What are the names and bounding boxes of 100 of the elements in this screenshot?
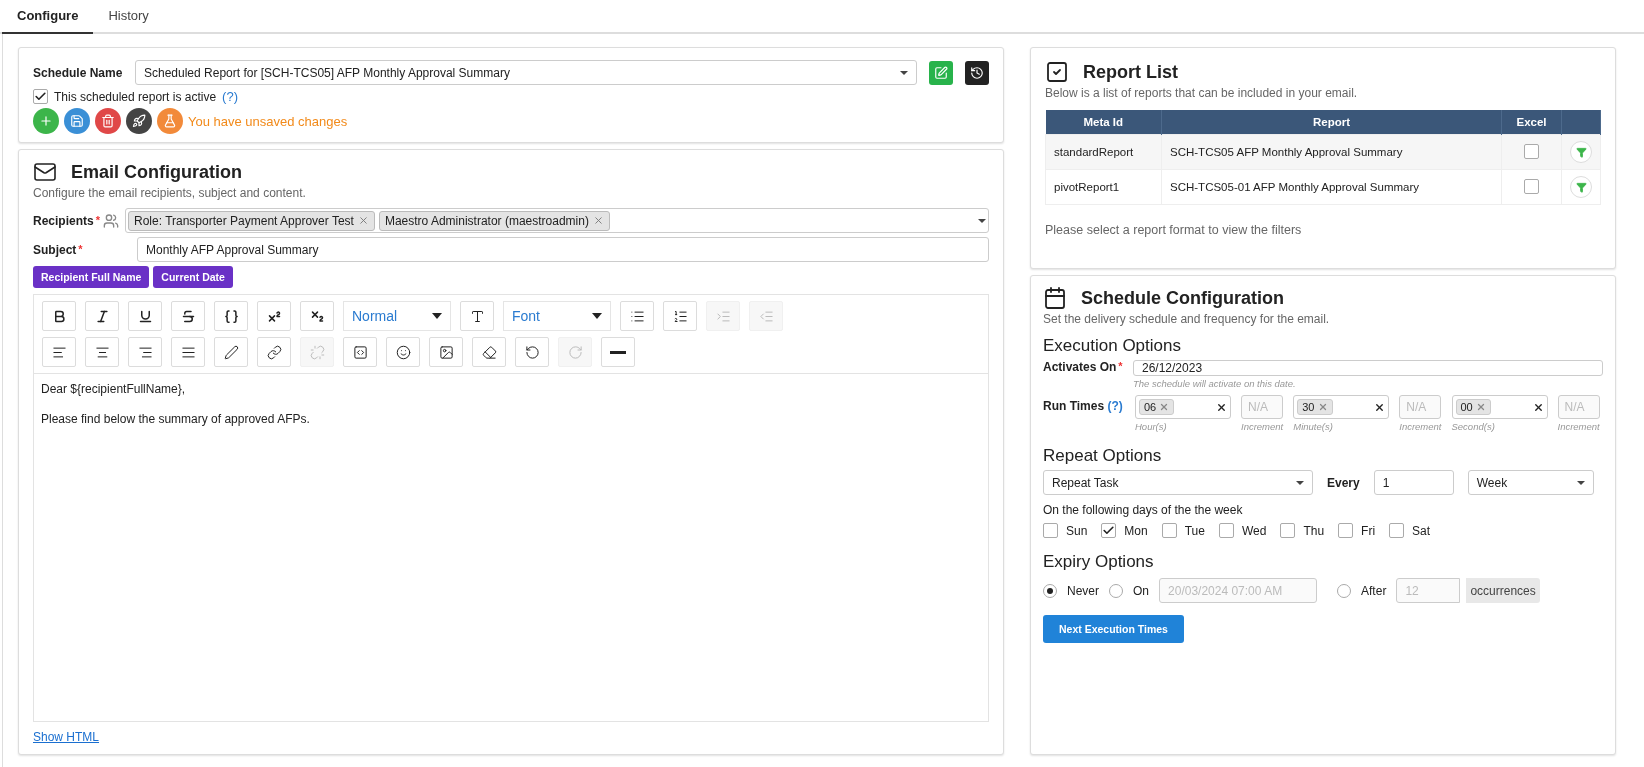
time-select[interactable]: 00 [1451, 395, 1548, 419]
align-justify-button[interactable] [171, 337, 205, 367]
filter-button[interactable] [1570, 176, 1592, 198]
day-checkbox[interactable] [1389, 523, 1405, 538]
text-size-button[interactable] [460, 301, 494, 331]
pen-button[interactable] [214, 337, 248, 367]
subscript-button[interactable] [300, 301, 334, 331]
filter-icon [1575, 146, 1587, 158]
time-select[interactable]: 06 [1135, 395, 1231, 419]
field-hint: Increment [1399, 421, 1442, 432]
date-field[interactable]: 26/12/2023 [1133, 360, 1603, 376]
card-title: Schedule Configuration [1081, 287, 1284, 309]
align-left-button[interactable] [42, 337, 76, 367]
recipient-chip[interactable]: Role: Transporter Payment Approver Test [128, 210, 375, 231]
field-hint: Increment [1557, 421, 1600, 432]
strikethrough-button[interactable] [171, 301, 205, 331]
field-label: Subject * [33, 242, 84, 257]
time-chip[interactable]: 30 [1297, 399, 1333, 415]
bold-button[interactable] [42, 301, 76, 331]
checkbox-label: Sat [1412, 523, 1431, 538]
field-label: Activates On * [1043, 360, 1124, 374]
excel-checkbox[interactable] [1524, 143, 1539, 159]
remove-icon[interactable] [1475, 402, 1486, 412]
bullet-list-button[interactable] [620, 301, 654, 331]
align-right-button[interactable] [128, 337, 162, 367]
filter-button[interactable] [1570, 141, 1592, 163]
link-button[interactable] [257, 337, 291, 367]
image-button[interactable] [429, 337, 463, 367]
table-cell: standardReport [1045, 134, 1162, 170]
redo-icon [567, 344, 583, 360]
rocket-button[interactable] [126, 108, 152, 134]
eraser-icon [481, 344, 497, 360]
text-size-icon [469, 308, 485, 324]
schedule-name-select[interactable]: Scheduled Report for [SCH-TCS05] AFP Monthly Approval Summary [135, 60, 917, 85]
subject-field[interactable]: Monthly AFP Approval Summary [137, 237, 989, 262]
history-button[interactable] [965, 60, 989, 85]
day-checkbox[interactable] [1338, 523, 1354, 538]
superscript-icon [266, 308, 282, 324]
smiley-button[interactable] [386, 337, 420, 367]
align-justify-icon [180, 344, 196, 360]
checkbox-label: Thu [1303, 523, 1325, 538]
clear-icon[interactable] [1532, 401, 1544, 413]
remove-icon[interactable] [592, 215, 604, 226]
day-checkbox[interactable] [1161, 523, 1177, 538]
time-chip[interactable]: 06 [1139, 399, 1175, 415]
column-header: Excel [1501, 110, 1562, 135]
remove-icon[interactable] [1159, 402, 1170, 412]
field-hint: Hour(s) [1135, 421, 1168, 432]
time-chip[interactable]: 00 [1455, 399, 1491, 415]
next-execution-button[interactable]: Next Execution Times [1043, 615, 1184, 643]
italic-button[interactable] [85, 301, 119, 331]
remove-icon[interactable] [357, 215, 369, 226]
pen-icon [223, 344, 239, 360]
every-field[interactable]: 1 [1373, 470, 1454, 495]
excel-checkbox[interactable] [1524, 178, 1539, 194]
numbered-list-button[interactable] [663, 301, 697, 331]
day-checkbox[interactable] [1101, 523, 1117, 538]
field-label: Every [1327, 475, 1360, 490]
users-icon [103, 212, 119, 229]
status-text: You have unsaved changes [188, 113, 348, 129]
days-label: On the following days of the the week [1043, 503, 1244, 517]
day-checkbox[interactable] [1043, 523, 1058, 538]
save-button[interactable] [64, 108, 90, 134]
clear-icon[interactable] [1374, 401, 1386, 413]
flask-button[interactable] [157, 108, 183, 134]
card-subtitle: Below is a list of reports that can be included in your email. [1045, 86, 1359, 100]
day-checkbox[interactable] [1218, 523, 1234, 538]
superscript-button[interactable] [257, 301, 291, 331]
undo-button[interactable] [515, 337, 549, 367]
token-button[interactable]: Current Date [153, 266, 233, 288]
editor-body[interactable]: Dear ${recipientFullName}, Please find below the summary of approved AFPs. [34, 374, 988, 721]
align-center-button[interactable] [85, 337, 119, 367]
code-view-button[interactable] [343, 337, 377, 367]
tab[interactable]: Configure [2, 0, 94, 34]
show-html-link[interactable]: Show HTML [33, 730, 989, 744]
recipient-chip[interactable]: Maestro Administrator (maestroadmin) [378, 210, 610, 231]
braces-button[interactable] [214, 301, 248, 331]
active-checkbox[interactable] [33, 89, 48, 104]
unit-select[interactable]: Week [1467, 470, 1594, 495]
calendar-icon [1043, 286, 1067, 310]
horizontal-rule-button[interactable] [601, 337, 635, 367]
format-dropdown[interactable]: Font [503, 301, 611, 331]
check-icon [1102, 524, 1116, 537]
checkbox-label: Mon [1124, 523, 1148, 538]
tab[interactable]: History [93, 0, 164, 34]
edit-button[interactable] [929, 60, 953, 85]
remove-icon[interactable] [1317, 402, 1328, 412]
recipients-select[interactable]: Role: Transporter Payment Approver Test Maestro Administrator (maestroadmin) [125, 208, 989, 233]
time-select[interactable]: 30 [1293, 395, 1390, 419]
eraser-button[interactable] [472, 337, 506, 367]
image-icon [438, 344, 454, 360]
section-heading: Expiry Options [1043, 552, 1155, 572]
clear-icon[interactable] [1216, 401, 1227, 413]
day-checkbox[interactable] [1280, 523, 1296, 538]
underline-button[interactable] [128, 301, 162, 331]
token-button[interactable]: Recipient Full Name [33, 266, 150, 288]
help-link[interactable]: (?) [222, 89, 238, 104]
trash-button[interactable] [95, 108, 121, 134]
format-dropdown[interactable]: Normal [343, 301, 451, 331]
repeat-select[interactable]: Repeat Task [1043, 470, 1313, 495]
